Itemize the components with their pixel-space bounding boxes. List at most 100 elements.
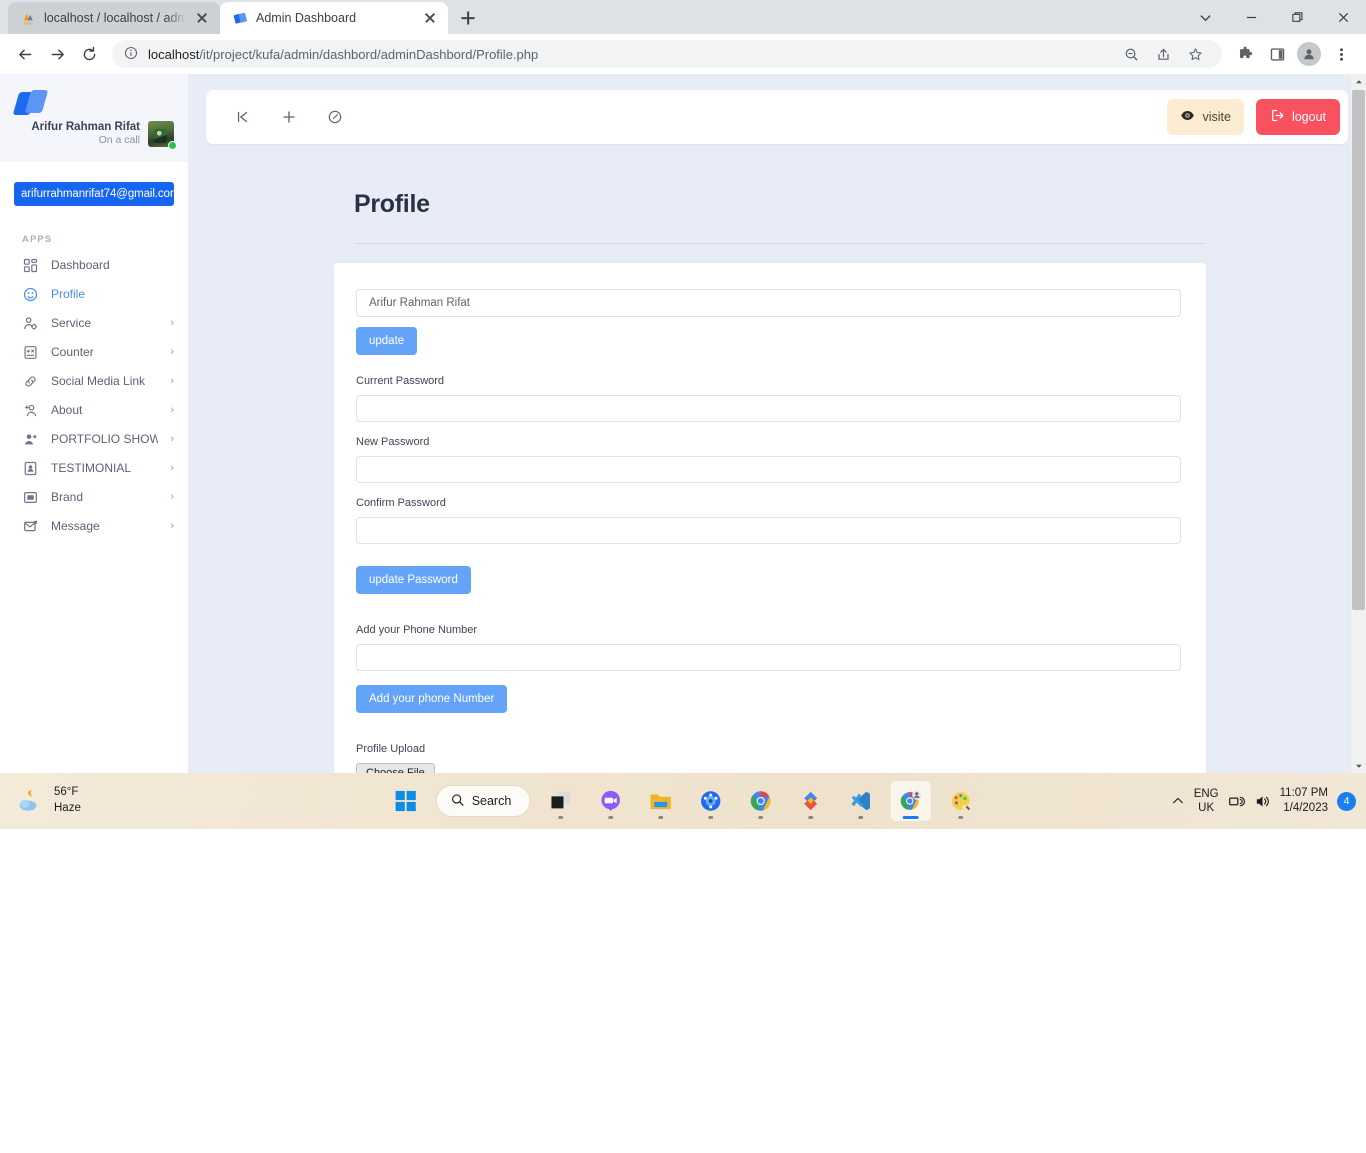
name-input[interactable]: [356, 289, 1181, 317]
bookmark-star-icon[interactable]: [1180, 39, 1210, 69]
reload-icon[interactable]: [74, 39, 104, 69]
sidebar-item-label: PORTFOLIO SHOWCASE: [51, 432, 159, 446]
sidebar-item-profile[interactable]: Profile: [0, 280, 188, 309]
tab-search-icon[interactable]: [1182, 0, 1228, 34]
sidebar-item-testimonial[interactable]: TESTIMONIAL ›: [0, 454, 188, 483]
show-hidden-icons-chevron[interactable]: [1171, 794, 1185, 808]
address-bar-url: localhost/it/project/kufa/admin/dashbord…: [148, 47, 538, 62]
logout-button[interactable]: logout: [1255, 99, 1340, 135]
user-status: On a call: [98, 134, 140, 147]
new-password-input[interactable]: [356, 456, 1181, 483]
sidebar-item-brand[interactable]: Brand ›: [0, 483, 188, 512]
maximize-button[interactable]: [1274, 0, 1320, 34]
browser-tab-phpmyadmin[interactable]: PMA localhost / localhost / admindata: [8, 2, 220, 34]
file-explorer-icon[interactable]: [640, 781, 680, 821]
update-name-button[interactable]: update: [356, 327, 418, 355]
new-tab-button[interactable]: [454, 4, 482, 32]
chrome-menu-icon[interactable]: [1326, 39, 1356, 69]
chevron-right-icon: ›: [170, 346, 174, 358]
app-logo-icon: [12, 90, 50, 116]
chevron-right-icon: ›: [170, 375, 174, 387]
close-icon[interactable]: [422, 10, 438, 26]
avatar: [1297, 42, 1321, 66]
back-icon[interactable]: [10, 39, 40, 69]
avatar[interactable]: [148, 120, 177, 150]
windows-start-icon[interactable]: [386, 781, 426, 821]
page-scrollbar[interactable]: [1351, 74, 1366, 773]
side-panel-icon[interactable]: [1262, 39, 1292, 69]
user-name: Arifur Rahman Rifat: [31, 121, 140, 133]
extensions-icon[interactable]: [1230, 39, 1260, 69]
phone-input[interactable]: [356, 644, 1181, 671]
address-path: /it/project/kufa/admin/dashbord/adminDas…: [199, 46, 539, 62]
sidebar-item-dashboard[interactable]: Dashboard: [0, 251, 188, 280]
user-meta: Arifur Rahman Rifat On a call: [31, 120, 140, 148]
user-circle-icon: [22, 286, 39, 303]
sidebar-item-portfolio-showcase[interactable]: PORTFOLIO SHOWCASE ›: [0, 425, 188, 454]
sidebar-item-social-media-link[interactable]: Social Media Link ›: [0, 367, 188, 396]
taskbar-clock[interactable]: 11:07 PM 1/4/2023: [1280, 786, 1328, 816]
user-email-badge: arifurrahmanrifat74@gmail.com: [14, 181, 179, 206]
site-info-icon[interactable]: [124, 46, 138, 63]
weather-temperature: 56°F: [54, 786, 79, 799]
taskbar-search[interactable]: Search: [435, 785, 531, 817]
profile-avatar-icon[interactable]: [1294, 39, 1324, 69]
confirm-password-label: Confirm Password: [356, 497, 446, 509]
svg-text:PMA: PMA: [24, 21, 33, 26]
language-indicator[interactable]: ENG UK: [1194, 787, 1219, 816]
notification-badge[interactable]: 4: [1337, 791, 1356, 811]
choose-file-button[interactable]: Choose File: [356, 763, 435, 773]
sidebar-item-message[interactable]: Message ›: [0, 512, 188, 541]
compass-icon[interactable]: [324, 106, 346, 128]
current-password-group: Current Password: [356, 375, 1184, 422]
update-password-button[interactable]: update Password: [356, 566, 471, 594]
taskbar-weather-widget[interactable]: 56°F Haze: [0, 785, 81, 816]
skip-back-icon[interactable]: [232, 106, 254, 128]
add-phone-button[interactable]: Add your phone Number: [356, 685, 508, 713]
scroll-down-arrow-icon[interactable]: [1351, 758, 1366, 773]
profile-upload-row[interactable]: Choose File: [356, 763, 1184, 773]
zoom-app-icon[interactable]: [590, 781, 630, 821]
chevron-right-icon: ›: [170, 404, 174, 416]
google-drive-icon[interactable]: [790, 781, 830, 821]
media-player-icon[interactable]: [690, 781, 730, 821]
network-icon[interactable]: [1228, 793, 1245, 810]
logout-button-label: logout: [1291, 110, 1326, 124]
image-icon: [22, 489, 39, 506]
search-icon: [451, 793, 465, 810]
sidebar-item-about[interactable]: About ›: [0, 396, 188, 425]
tab-strip: PMA localhost / localhost / admindata Ad…: [0, 0, 1366, 34]
grid-icon: [22, 257, 39, 274]
plus-icon[interactable]: [278, 106, 300, 128]
scroll-up-arrow-icon[interactable]: [1351, 74, 1366, 89]
scrollbar-thumb[interactable]: [1352, 90, 1365, 610]
address-bar[interactable]: localhost/it/project/kufa/admin/dashbord…: [112, 40, 1222, 68]
task-view-icon[interactable]: [540, 781, 580, 821]
sidebar-user[interactable]: Arifur Rahman Rifat On a call: [14, 120, 177, 150]
minimize-button[interactable]: [1228, 0, 1274, 34]
clock-time: 11:07 PM: [1279, 787, 1328, 800]
chrome-icon[interactable]: [740, 781, 780, 821]
close-window-button[interactable]: [1320, 0, 1366, 34]
browser-tab-admin-dashboard[interactable]: Admin Dashboard: [220, 2, 448, 34]
sidebar-item-service[interactable]: Service ›: [0, 309, 188, 338]
sidebar: Arifur Rahman Rifat On a call arifurrahm…: [0, 74, 188, 773]
volume-icon[interactable]: [1254, 793, 1271, 810]
browser-tab-title: localhost / localhost / admindata: [44, 11, 186, 25]
chrome-profile-icon[interactable]: [890, 781, 931, 821]
visite-button[interactable]: visite: [1167, 99, 1244, 135]
windows-taskbar: 56°F Haze Search ENG UK 11:07 PM 1/4/202…: [0, 773, 1366, 829]
current-password-input[interactable]: [356, 395, 1181, 422]
vs-code-icon[interactable]: [840, 781, 880, 821]
browser-toolbar: localhost/it/project/kufa/admin/dashbord…: [0, 34, 1366, 74]
browser-tab-title: Admin Dashboard: [256, 11, 357, 25]
close-icon[interactable]: [194, 10, 210, 26]
sidebar-section-label: APPS: [22, 233, 53, 245]
zoom-out-icon[interactable]: [1116, 39, 1146, 69]
sidebar-item-label: Dashboard: [51, 258, 110, 272]
share-icon[interactable]: [1148, 39, 1178, 69]
forward-icon[interactable]: [42, 39, 72, 69]
paint-icon[interactable]: [940, 781, 980, 821]
sidebar-item-counter[interactable]: Counter ›: [0, 338, 188, 367]
confirm-password-input[interactable]: [356, 517, 1181, 544]
